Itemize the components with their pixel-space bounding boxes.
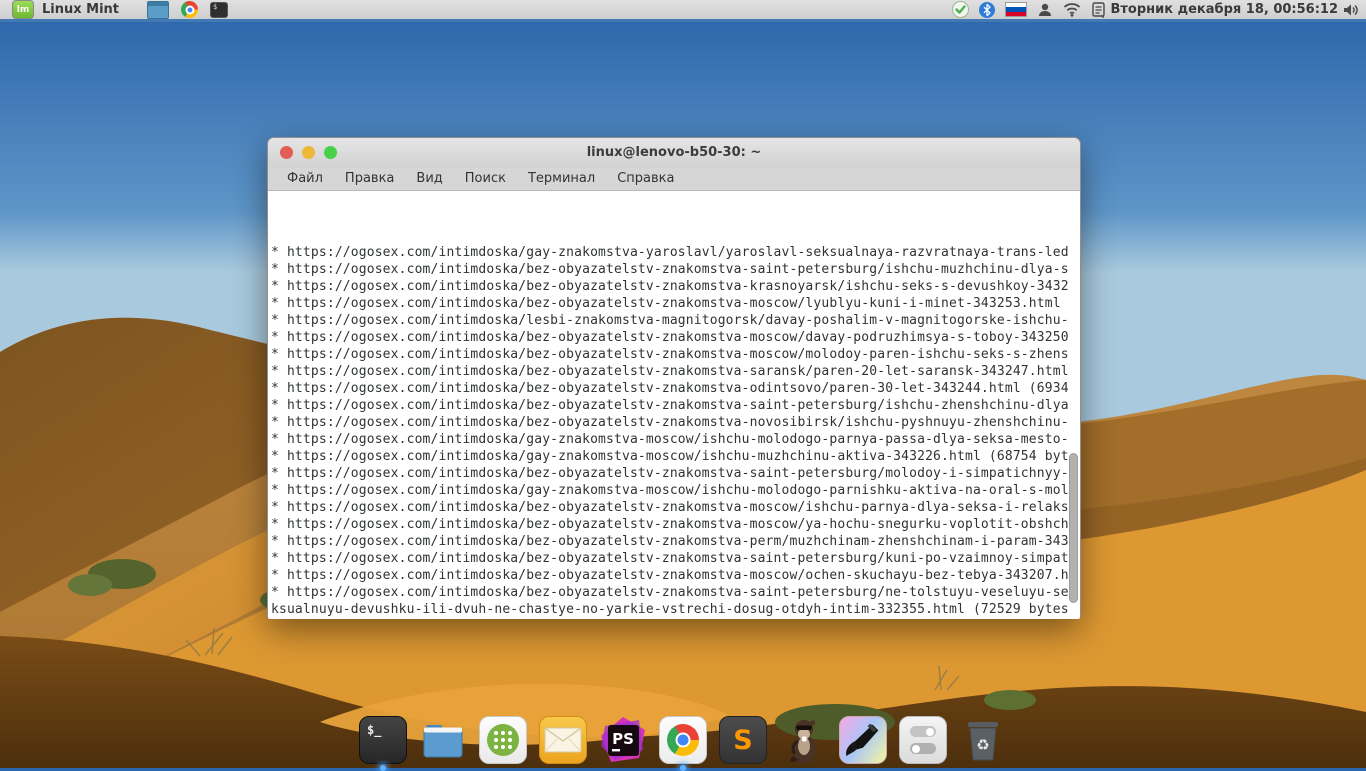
toggles-icon: [899, 716, 947, 764]
terminal-line: ksualnuyu-devushku-ili-dvuh-ne-chastye-n…: [271, 601, 1080, 618]
update-manager-shield-icon[interactable]: [952, 1, 969, 18]
keyboard-layout-russian-flag-icon[interactable]: [1005, 2, 1027, 17]
file-manager-icon[interactable]: [147, 1, 169, 19]
terminal-line: * https://ogosex.com/intimdoska/bez-obya…: [271, 329, 1080, 346]
terminal-line: * https://ogosex.com/intimdoska/bez-obya…: [271, 363, 1080, 380]
terminal-line: * https://ogosex.com/intimdoska/bez-obya…: [271, 397, 1080, 414]
system-tray: [952, 1, 1106, 18]
panel-clock[interactable]: Вторник декабря 18, 00:56:12: [1110, 2, 1338, 17]
sublime-text-icon: S: [719, 716, 767, 764]
dock-item-paint[interactable]: [839, 716, 887, 764]
terminal-line: * https://ogosex.com/intimdoska/bez-obya…: [271, 278, 1080, 295]
terminal-icon: $_: [359, 716, 407, 764]
menu-item-2[interactable]: Вид: [405, 171, 453, 186]
clipboard-document-icon[interactable]: [1091, 1, 1106, 18]
terminal-line: * https://ogosex.com/intimdoska/bez-obya…: [271, 261, 1080, 278]
terminal-line: * https://ogosex.com/intimdoska/bez-obya…: [271, 465, 1080, 482]
app-grid-icon: [479, 716, 527, 764]
chrome-icon[interactable]: [181, 1, 198, 18]
user-account-icon[interactable]: [1037, 2, 1053, 18]
terminal-line: * https://ogosex.com/intimdoska/bez-obya…: [271, 295, 1080, 312]
dock-item-file-manager[interactable]: [419, 716, 467, 764]
svg-text:PS: PS: [612, 730, 634, 748]
dock-item-mail[interactable]: [539, 716, 587, 764]
terminal-line: * https://ogosex.com/intimdoska/bez-obya…: [271, 414, 1080, 431]
paintbrush-icon: [839, 716, 887, 764]
terminal-line: * https://ogosex.com/intimdoska/bez-obya…: [271, 380, 1080, 397]
menu-item-0[interactable]: Файл: [276, 171, 334, 186]
running-indicator: [380, 765, 386, 771]
menu-item-1[interactable]: Правка: [334, 171, 405, 186]
bluetooth-icon[interactable]: [979, 2, 995, 18]
window-titlebar[interactable]: linux@lenovo-b50-30: ~: [268, 138, 1080, 167]
wifi-icon[interactable]: [1063, 2, 1081, 17]
terminal-line: * https://ogosex.com/intimdoska/bez-obya…: [271, 533, 1080, 550]
window-title: linux@lenovo-b50-30: ~: [587, 145, 762, 160]
dock-item-dbeaver[interactable]: [779, 716, 827, 764]
mint-menu-label: Linux Mint: [42, 2, 119, 17]
dock-item-photoshop[interactable]: PS: [599, 716, 647, 764]
top-panel: lm Linux Mint $: [0, 0, 1366, 22]
chrome-icon: [659, 716, 707, 764]
terminal-line: * https://ogosex.com/intimdoska/bez-obya…: [271, 516, 1080, 533]
close-button[interactable]: [280, 146, 293, 159]
menu-item-4[interactable]: Терминал: [517, 171, 606, 186]
mail-envelope-icon: [539, 716, 587, 764]
terminal-line: * https://ogosex.com/intimdoska/gay-znak…: [271, 482, 1080, 499]
folder-icon: [419, 716, 467, 764]
terminal-line: * https://ogosex.com/intimdoska/bez-obya…: [271, 499, 1080, 516]
terminal-window: linux@lenovo-b50-30: ~ ФайлПравкаВидПоис…: [267, 137, 1081, 618]
terminal-output[interactable]: * https://ogosex.com/intimdoska/gay-znak…: [268, 191, 1080, 619]
terminal-line: * https://ogosex.com/intimdoska/sving-zn…: [271, 618, 1080, 619]
terminal-line: * https://ogosex.com/intimdoska/bez-obya…: [271, 567, 1080, 584]
terminal-line: * https://ogosex.com/intimdoska/bez-obya…: [271, 346, 1080, 363]
terminal-line: * https://ogosex.com/intimdoska/gay-znak…: [271, 431, 1080, 448]
menu-item-5[interactable]: Справка: [606, 171, 685, 186]
terminal-line: * https://ogosex.com/intimdoska/gay-znak…: [271, 448, 1080, 465]
dock-item-trash[interactable]: ♻: [959, 716, 1007, 764]
photoshop-icon: PS: [599, 716, 647, 764]
terminal-line: * https://ogosex.com/intimdoska/lesbi-zn…: [271, 312, 1080, 329]
beaver-mascot-icon: [779, 716, 827, 764]
terminal-line: * https://ogosex.com/intimdoska/bez-obya…: [271, 584, 1080, 601]
terminal-icon[interactable]: $: [210, 2, 228, 18]
terminal-line: * https://ogosex.com/intimdoska/gay-znak…: [271, 244, 1080, 261]
terminal-line: * https://ogosex.com/intimdoska/bez-obya…: [271, 550, 1080, 567]
panel-launchers: $: [147, 1, 228, 19]
menu-bar: ФайлПравкаВидПоискТерминалСправка: [268, 167, 1080, 191]
dock-item-terminal[interactable]: $_: [359, 716, 407, 764]
running-indicator: [680, 765, 686, 771]
volume-icon[interactable]: [1342, 2, 1360, 18]
scrollbar-thumb[interactable]: [1069, 453, 1078, 603]
mint-logo-icon: lm: [12, 0, 34, 19]
maximize-button[interactable]: [324, 146, 337, 159]
dock-item-chrome[interactable]: [659, 716, 707, 764]
menu-item-3[interactable]: Поиск: [454, 171, 517, 186]
svg-text:♻: ♻: [976, 736, 989, 754]
minimize-button[interactable]: [302, 146, 315, 159]
dock-item-sublime[interactable]: S: [719, 716, 767, 764]
dock-item-app-grid[interactable]: [479, 716, 527, 764]
dock-item-preferences[interactable]: [899, 716, 947, 764]
dock: $_: [0, 716, 1366, 764]
trash-can-icon: ♻: [959, 716, 1007, 764]
mint-menu-button[interactable]: lm Linux Mint: [6, 0, 125, 19]
